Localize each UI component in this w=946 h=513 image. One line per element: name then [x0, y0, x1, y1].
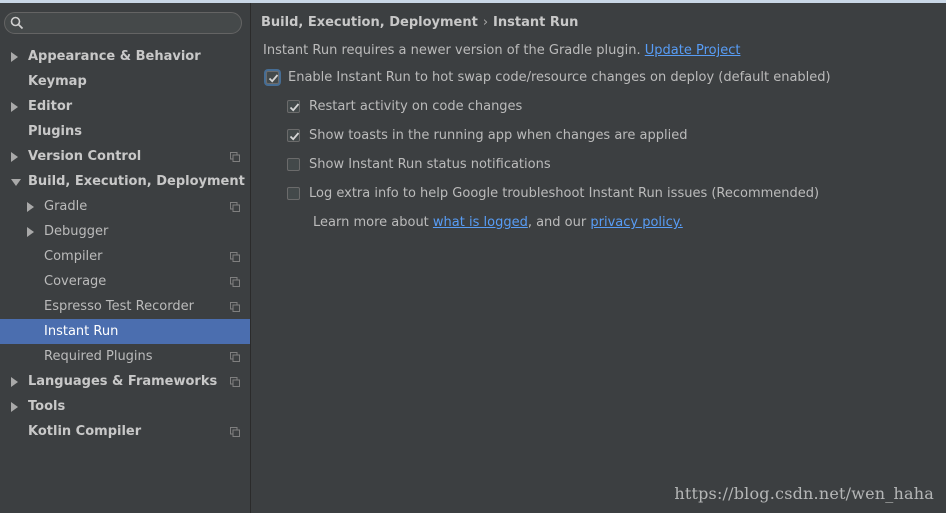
- settings-window: Appearance & Behavior Keymap Editor Plugins…: [0, 0, 946, 513]
- sidebar-item-label: Appearance & Behavior: [28, 49, 201, 64]
- sidebar-item-appearance-behavior[interactable]: Appearance & Behavior: [0, 44, 250, 69]
- sidebar-item-label: Required Plugins: [44, 349, 153, 364]
- log-extra-info-checkbox[interactable]: [287, 187, 300, 200]
- project-settings-icon: [230, 302, 240, 312]
- project-settings-icon: [230, 202, 240, 212]
- sidebar-item-label: Espresso Test Recorder: [44, 299, 194, 314]
- gradle-notice-text: Instant Run requires a newer version of …: [263, 43, 641, 58]
- sidebar-item-label: Gradle: [44, 199, 88, 214]
- sidebar-item-tools[interactable]: Tools: [0, 394, 250, 419]
- sidebar-item-instant-run[interactable]: Instant Run: [0, 319, 250, 344]
- project-settings-icon: [230, 352, 240, 362]
- settings-sidebar: Appearance & Behavior Keymap Editor Plugins…: [0, 3, 251, 513]
- breadcrumb-separator: ›: [482, 15, 489, 30]
- gradle-notice: Instant Run requires a newer version of …: [263, 43, 740, 58]
- sidebar-item-version-control[interactable]: Version Control: [0, 144, 250, 169]
- log-extra-info-label: Log extra info to help Google troublesho…: [309, 186, 820, 201]
- project-settings-icon: [230, 427, 240, 437]
- sidebar-item-label: Coverage: [44, 274, 107, 289]
- project-settings-icon: [230, 377, 240, 387]
- sidebar-item-label: Kotlin Compiler: [28, 424, 142, 439]
- search-icon: [10, 16, 24, 30]
- sidebar-item-label: Keymap: [28, 74, 87, 89]
- sidebar-item-label: Languages & Frameworks: [28, 374, 218, 389]
- project-settings-icon: [230, 252, 240, 262]
- sidebar-item-label: Build, Execution, Deployment: [28, 174, 245, 189]
- sidebar-item-kotlin-compiler[interactable]: Kotlin Compiler: [0, 419, 250, 444]
- project-settings-icon: [230, 277, 240, 287]
- breadcrumb-parent: Build, Execution, Deployment: [261, 15, 478, 30]
- sidebar-item-required-plugins[interactable]: Required Plugins: [0, 344, 250, 369]
- watermark: https://blog.csdn.net/wen_haha: [674, 484, 934, 503]
- sidebar-item-label: Compiler: [44, 249, 103, 264]
- breadcrumb: Build, Execution, Deployment › Instant Run: [261, 15, 578, 30]
- chevron-down-icon[interactable]: [11, 179, 21, 186]
- sidebar-item-gradle[interactable]: Gradle: [0, 194, 250, 219]
- chevron-right-icon[interactable]: [27, 202, 34, 212]
- learn-more-text: Learn more about what is logged, and our…: [313, 215, 683, 230]
- chevron-right-icon[interactable]: [11, 102, 18, 112]
- chevron-right-icon[interactable]: [27, 227, 34, 237]
- chevron-right-icon[interactable]: [11, 377, 18, 387]
- sidebar-item-label: Tools: [28, 399, 66, 414]
- checkmark-icon: [289, 132, 300, 141]
- sidebar-item-label: Debugger: [44, 224, 109, 239]
- restart-activity-checkbox[interactable]: [287, 100, 300, 113]
- checkmark-icon: [268, 74, 279, 83]
- sidebar-item-label: Instant Run: [44, 324, 119, 339]
- enable-instant-run-label: Enable Instant Run to hot swap code/reso…: [288, 70, 831, 85]
- chevron-right-icon[interactable]: [11, 402, 18, 412]
- privacy-policy-link[interactable]: privacy policy.: [590, 215, 682, 230]
- settings-content: Build, Execution, Deployment › Instant Run…: [251, 3, 946, 513]
- sidebar-item-coverage[interactable]: Coverage: [0, 269, 250, 294]
- sidebar-item-plugins[interactable]: Plugins: [0, 119, 250, 144]
- sidebar-item-label: Editor: [28, 99, 73, 114]
- sidebar-item-label: Plugins: [28, 124, 82, 139]
- search-input[interactable]: [29, 15, 234, 31]
- update-project-link[interactable]: Update Project: [645, 43, 741, 58]
- checkmark-icon: [289, 103, 300, 112]
- sidebar-item-editor[interactable]: Editor: [0, 94, 250, 119]
- sidebar-item-build-execution-deployment[interactable]: Build, Execution, Deployment: [0, 169, 250, 194]
- breadcrumb-current: Instant Run: [493, 15, 579, 30]
- sidebar-item-espresso-test-recorder[interactable]: Espresso Test Recorder: [0, 294, 250, 319]
- learn-more-prefix: Learn more about: [313, 215, 429, 230]
- show-toasts-label: Show toasts in the running app when chan…: [309, 128, 688, 143]
- settings-tree: Appearance & Behavior Keymap Editor Plugins…: [0, 44, 250, 444]
- chevron-right-icon[interactable]: [11, 52, 18, 62]
- status-notifications-checkbox[interactable]: [287, 158, 300, 171]
- show-toasts-checkbox[interactable]: [287, 129, 300, 142]
- sidebar-item-debugger[interactable]: Debugger: [0, 219, 250, 244]
- sidebar-item-keymap[interactable]: Keymap: [0, 69, 250, 94]
- sidebar-item-languages-frameworks[interactable]: Languages & Frameworks: [0, 369, 250, 394]
- learn-more-middle: , and our: [527, 215, 587, 230]
- status-notifications-label: Show Instant Run status notifications: [309, 157, 551, 172]
- search-field[interactable]: [4, 12, 242, 34]
- chevron-right-icon[interactable]: [11, 152, 18, 162]
- what-is-logged-link[interactable]: what is logged: [433, 215, 528, 230]
- sidebar-item-compiler[interactable]: Compiler: [0, 244, 250, 269]
- sidebar-item-label: Version Control: [28, 149, 142, 164]
- enable-instant-run-checkbox[interactable]: [266, 71, 279, 84]
- project-settings-icon: [230, 152, 240, 162]
- restart-activity-label: Restart activity on code changes: [309, 99, 523, 114]
